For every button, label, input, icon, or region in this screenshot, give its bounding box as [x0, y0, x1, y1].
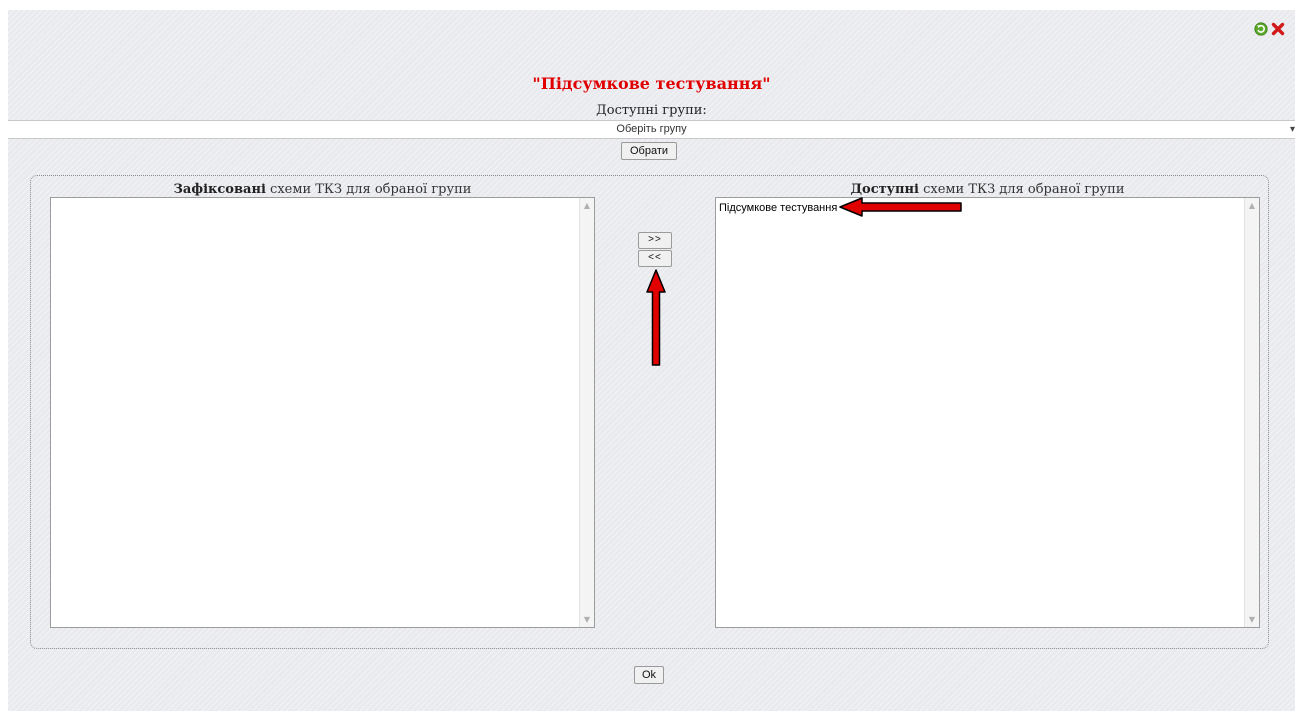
annotation-arrow-left	[839, 197, 962, 217]
list-item[interactable]: Підсумкове тестування	[719, 202, 837, 214]
fixed-schemes-title-bold: Зафіксовані	[173, 182, 266, 197]
scroll-down-icon[interactable]: ▼	[1245, 615, 1259, 624]
scroll-down-icon[interactable]: ▼	[580, 615, 594, 624]
move-right-button[interactable]: >>	[638, 232, 672, 249]
fixed-schemes-list[interactable]: ▲ ▼	[50, 197, 595, 628]
fixed-schemes-title: Зафіксовані схеми ТКЗ для обраної групи	[50, 182, 595, 197]
group-select[interactable]: Оберіть групу ▾	[8, 120, 1295, 139]
refresh-icon[interactable]	[1254, 22, 1268, 36]
window-controls	[1254, 22, 1285, 36]
ok-button[interactable]: Ok	[634, 666, 664, 684]
page-title: "Підсумкове тестування"	[532, 74, 771, 93]
available-schemes-list[interactable]: Підсумкове тестування ▲ ▼	[715, 197, 1260, 628]
scroll-up-icon[interactable]: ▲	[580, 201, 594, 210]
move-left-button[interactable]: <<	[638, 250, 672, 267]
group-select-value: Оберіть групу	[616, 123, 687, 135]
annotation-arrow-up	[646, 269, 666, 366]
close-icon[interactable]	[1271, 22, 1285, 36]
select-group-button[interactable]: Обрати	[621, 142, 677, 160]
available-schemes-title: Доступні схеми ТКЗ для обраної групи	[715, 182, 1260, 197]
fixed-schemes-scrollbar[interactable]: ▲ ▼	[579, 198, 594, 627]
available-schemes-title-bold: Доступні	[850, 182, 919, 197]
chevron-down-icon: ▾	[1289, 124, 1295, 135]
page-background: "Підсумкове тестування" Доступні групи: …	[8, 10, 1295, 711]
groups-label: Доступні групи:	[596, 103, 707, 118]
available-schemes-scrollbar[interactable]: ▲ ▼	[1244, 198, 1259, 627]
scroll-up-icon[interactable]: ▲	[1245, 201, 1259, 210]
fixed-schemes-title-rest: схеми ТКЗ для обраної групи	[265, 182, 472, 197]
available-schemes-title-rest: схеми ТКЗ для обраної групи	[918, 182, 1125, 197]
